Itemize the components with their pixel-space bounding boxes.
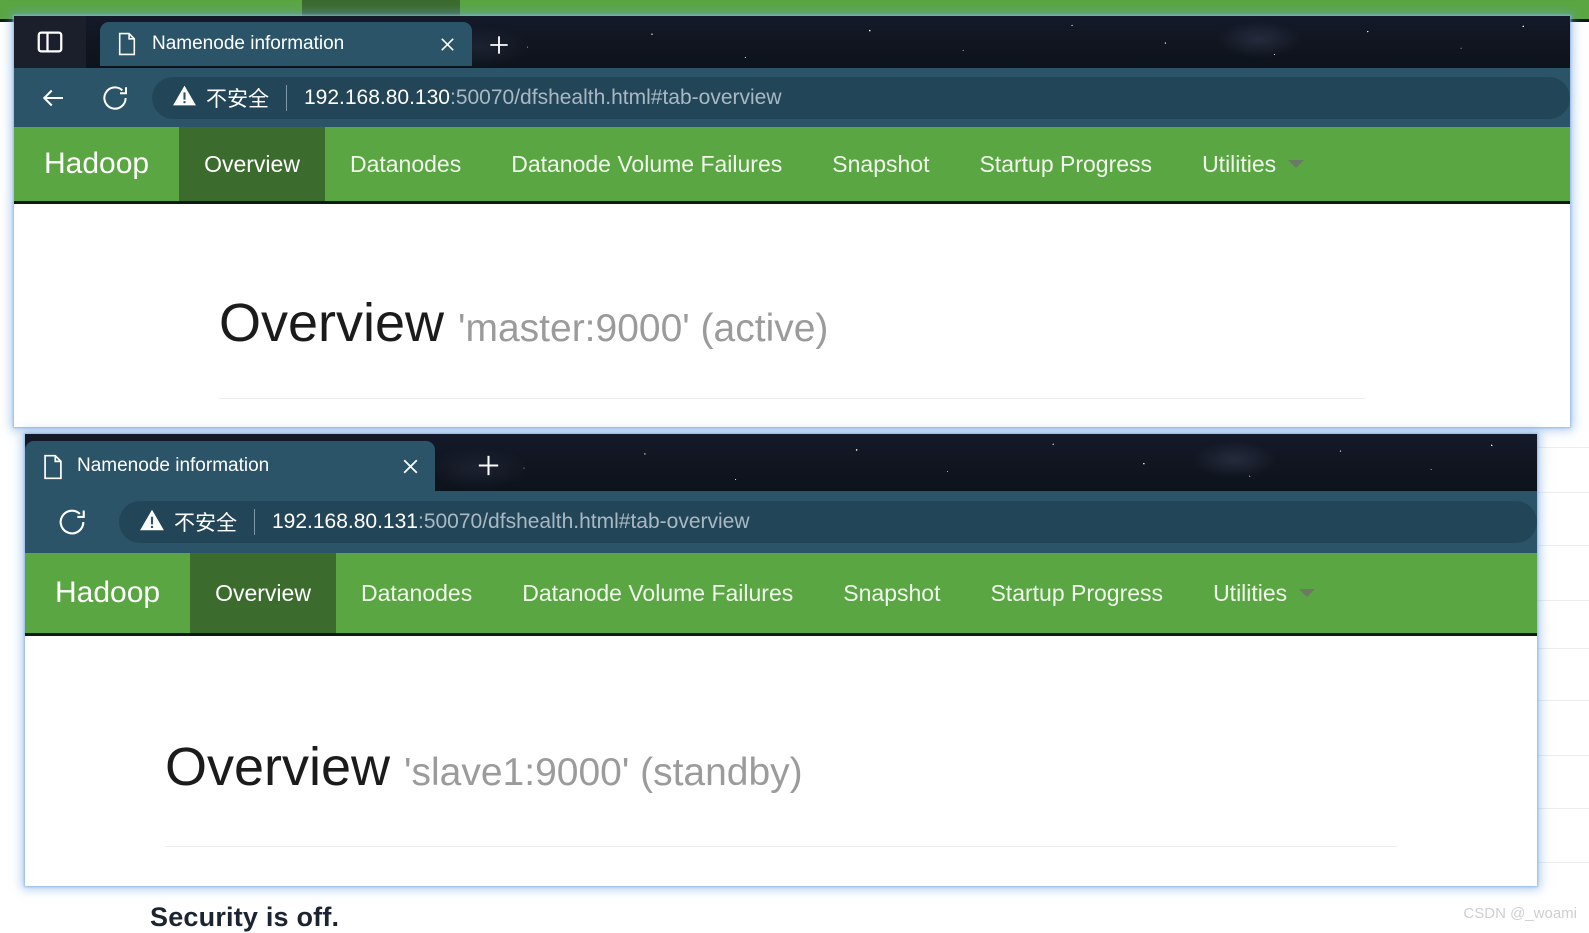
nav-item-startup-progress[interactable]: Startup Progress — [965, 553, 1188, 633]
hadoop-brand[interactable]: Hadoop — [25, 553, 190, 633]
security-label: 不安全 — [174, 512, 237, 535]
hadoop-navbar: Hadoop Overview Datanodes Datanode Volum… — [25, 553, 1537, 636]
browser-tab[interactable]: Namenode information — [100, 22, 472, 66]
page-title: Overview — [219, 293, 445, 353]
hadoop-content: Overview 'master:9000' (active) — [14, 204, 1570, 427]
omnibox-divider — [254, 509, 255, 535]
nav-item-datanode-volume-failures[interactable]: Datanode Volume Failures — [497, 553, 818, 633]
overview-heading-wrap: Overview 'master:9000' (active) — [14, 204, 1570, 354]
nav-item-utilities[interactable]: Utilities — [1188, 553, 1340, 633]
url-host: 192.168.80.130 — [304, 85, 450, 109]
omnibox-divider — [286, 84, 287, 111]
url-path: :50070/dfshealth.html#tab-overview — [417, 510, 750, 533]
nav-item-overview[interactable]: Overview — [179, 127, 325, 201]
hadoop-page: Hadoop Overview Datanodes Datanode Volum… — [14, 127, 1570, 427]
nav-item-startup-progress[interactable]: Startup Progress — [954, 127, 1177, 201]
tab-strip: Namenode information — [25, 434, 1537, 491]
close-icon[interactable] — [430, 27, 464, 61]
nav-item-snapshot[interactable]: Snapshot — [807, 127, 954, 201]
browser-window-slave1[interactable]: Namenode information 不安全 192.168.80.131:… — [25, 434, 1537, 886]
nav-item-datanodes[interactable]: Datanodes — [325, 127, 486, 201]
plus-icon[interactable] — [480, 26, 518, 64]
nav-item-datanode-volume-failures[interactable]: Datanode Volume Failures — [486, 127, 807, 201]
browser-toolbar: 不安全 192.168.80.131:50070/dfshealth.html#… — [25, 491, 1537, 553]
plus-icon[interactable] — [469, 446, 507, 484]
chevron-down-icon — [1288, 160, 1305, 168]
warning-triangle-icon — [172, 84, 197, 112]
nav-item-utilities-label: Utilities — [1213, 579, 1288, 606]
csdn-watermark: CSDN @_woami — [1463, 905, 1577, 922]
page-subtitle: 'slave1:9000' (standby) — [404, 751, 803, 794]
nav-item-datanodes[interactable]: Datanodes — [336, 553, 497, 633]
address-bar[interactable]: 不安全 192.168.80.130:50070/dfshealth.html#… — [152, 76, 1570, 119]
hadoop-navbar: Hadoop Overview Datanodes Datanode Volum… — [14, 127, 1570, 204]
page-subtitle: 'master:9000' (active) — [458, 307, 829, 350]
page-icon — [41, 454, 63, 480]
page-title: Overview — [165, 737, 391, 797]
content-divider — [165, 846, 1397, 847]
background-security-text: Security is off. — [150, 902, 340, 932]
address-bar[interactable]: 不安全 192.168.80.131:50070/dfshealth.html#… — [119, 501, 1537, 543]
browser-tab-title: Namenode information — [77, 455, 270, 476]
chevron-down-icon — [1299, 589, 1316, 597]
tab-strip: Namenode information — [14, 16, 1570, 68]
browser-tab[interactable]: Namenode information — [25, 441, 435, 491]
content-divider — [219, 398, 1365, 399]
overview-heading-wrap: Overview 'slave1:9000' (standby) — [25, 636, 1537, 798]
nav-item-snapshot[interactable]: Snapshot — [818, 553, 965, 633]
tab-list-icon[interactable] — [14, 16, 86, 68]
reload-icon[interactable] — [49, 499, 95, 545]
browser-toolbar: 不安全 192.168.80.130:50070/dfshealth.html#… — [14, 68, 1570, 127]
warning-triangle-icon — [139, 508, 165, 537]
back-arrow-icon[interactable] — [30, 75, 76, 121]
url-path: :50070/dfshealth.html#tab-overview — [449, 85, 782, 109]
hadoop-page: Hadoop Overview Datanodes Datanode Volum… — [25, 553, 1537, 847]
hadoop-content: Overview 'slave1:9000' (standby) — [25, 636, 1537, 847]
close-icon[interactable] — [393, 449, 427, 483]
nav-item-utilities-label: Utilities — [1202, 150, 1277, 177]
url-text: 192.168.80.130:50070/dfshealth.html#tab-… — [304, 86, 782, 110]
page-icon — [116, 32, 138, 56]
hadoop-brand[interactable]: Hadoop — [14, 127, 179, 201]
url-host: 192.168.80.131 — [272, 510, 418, 533]
reload-icon[interactable] — [92, 75, 138, 121]
url-text: 192.168.80.131:50070/dfshealth.html#tab-… — [272, 510, 750, 534]
browser-tab-title: Namenode information — [152, 33, 345, 54]
browser-window-master[interactable]: Namenode information 不安全 192.168.80.130:… — [14, 16, 1570, 427]
nav-item-utilities[interactable]: Utilities — [1177, 127, 1329, 201]
security-label: 不安全 — [206, 87, 269, 111]
nav-item-overview[interactable]: Overview — [190, 553, 336, 633]
